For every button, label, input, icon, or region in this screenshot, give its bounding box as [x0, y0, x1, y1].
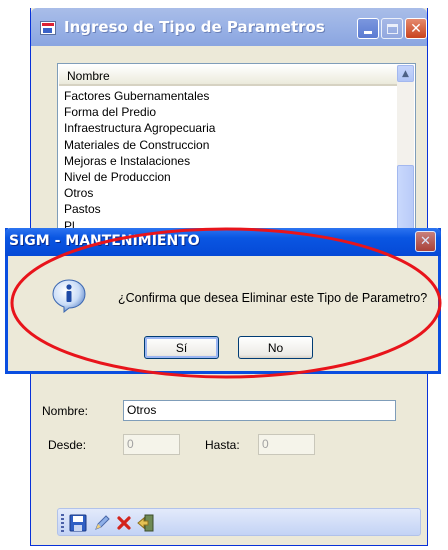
scroll-up-button[interactable]: ▲ [397, 65, 414, 82]
chevron-up-icon: ▲ [402, 68, 409, 79]
dialog-close-button[interactable]: ✕ [415, 231, 436, 252]
list-item[interactable]: Pastos [64, 201, 394, 217]
yes-button[interactable]: Sí [144, 336, 219, 359]
close-button[interactable]: ✕ [405, 18, 427, 39]
dialog-message: ¿Confirma que desea Eliminar este Tipo d… [118, 291, 428, 305]
minimize-button[interactable] [357, 18, 379, 39]
bottom-toolbar [57, 508, 421, 536]
save-icon[interactable] [69, 514, 87, 532]
toolbar-grip[interactable] [61, 514, 64, 532]
parameter-type-list[interactable]: Nombre Factores Gubernamentales Forma de… [57, 63, 416, 243]
maximize-button[interactable] [381, 18, 403, 39]
list-item[interactable]: Materiales de Construccion [64, 137, 394, 153]
list-item[interactable]: Forma del Predio [64, 104, 394, 120]
main-window-titlebar[interactable]: Ingreso de Tipo de Parametros ✕ [31, 8, 427, 46]
dialog-title: SIGM - MANTENIMIENTO [9, 233, 200, 249]
list-item[interactable]: Otros [64, 185, 394, 201]
dialog-titlebar[interactable]: SIGM - MANTENIMIENTO ✕ [5, 228, 441, 256]
no-button[interactable]: No [238, 336, 313, 359]
column-header-nombre: Nombre [67, 69, 110, 83]
maximize-icon [386, 23, 398, 34]
confirm-dialog: SIGM - MANTENIMIENTO ✕ ¿Confirma que des… [5, 228, 441, 374]
desde-label: Desde: [48, 438, 87, 452]
exit-icon[interactable] [137, 514, 155, 532]
minimize-icon [364, 31, 372, 34]
delete-icon[interactable] [115, 514, 133, 532]
main-window-title: Ingreso de Tipo de Parametros [64, 18, 325, 36]
list-item[interactable]: Factores Gubernamentales [64, 88, 394, 104]
nombre-label: Nombre: [42, 404, 89, 418]
info-icon [52, 279, 86, 313]
list-item[interactable]: Mejoras e Instalaciones [64, 153, 394, 169]
nombre-input[interactable]: Otros [123, 400, 396, 421]
desde-input[interactable]: 0 [123, 434, 180, 455]
list-item[interactable]: Infraestructura Agropecuaria [64, 120, 394, 136]
list-vertical-scrollbar[interactable]: ▲ [397, 65, 414, 241]
close-icon: ✕ [420, 234, 431, 249]
hasta-input[interactable]: 0 [258, 434, 315, 455]
list-item[interactable]: Nivel de Produccion [64, 169, 394, 185]
edit-icon[interactable] [93, 514, 111, 532]
close-icon: ✕ [410, 20, 422, 37]
list-column-header[interactable]: Nombre [59, 65, 397, 86]
hasta-label: Hasta: [205, 438, 240, 452]
app-form-icon [40, 21, 56, 35]
